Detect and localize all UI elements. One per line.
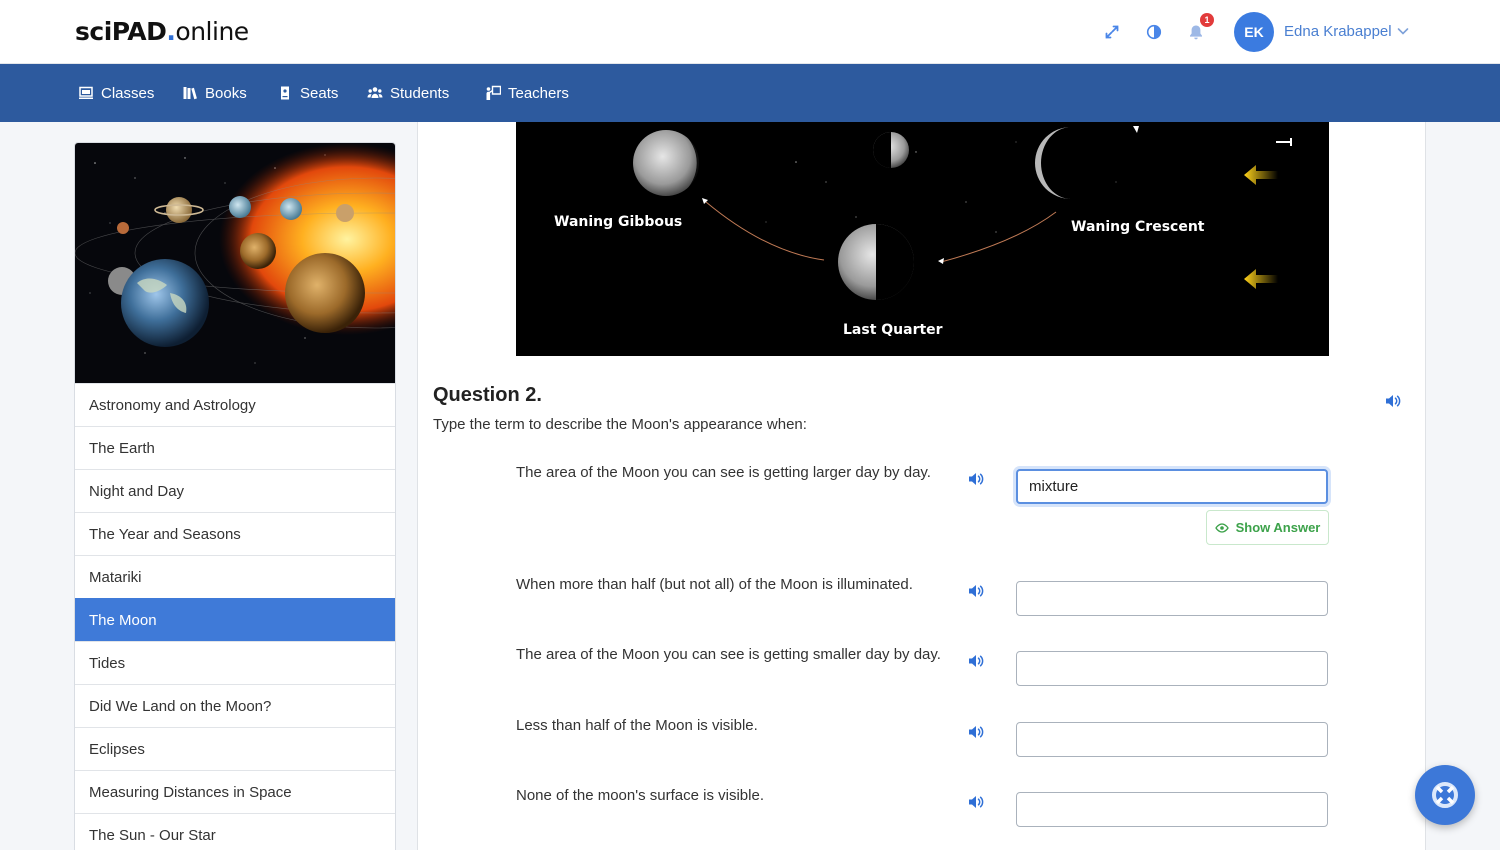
classes-icon (79, 86, 93, 99)
question-prompt-5: None of the moon's surface is visible. (516, 787, 764, 804)
chapter-sidebar: Astronomy and Astrology The Earth Night … (74, 142, 396, 850)
chevron-down-icon[interactable] (1396, 24, 1410, 38)
question-prompt-2: When more than half (but not all) of the… (516, 576, 913, 593)
sidebar-item-the-earth[interactable]: The Earth (75, 426, 395, 469)
sidebar-item-did-we-land-on-the-moon[interactable]: Did We Land on the Moon? (75, 684, 395, 727)
nav-item-seats[interactable]: Seats (277, 64, 338, 122)
students-icon (367, 87, 383, 98)
nav-item-label: Teachers (508, 84, 569, 102)
speaker-icon[interactable] (967, 723, 985, 741)
lesson-content: Waning Gibbous Waning Crescent Last Quar… (417, 122, 1426, 850)
answer-input-5[interactable] (1016, 792, 1328, 827)
app-logo[interactable]: sciPAD.online (75, 17, 249, 46)
nav-item-books[interactable]: Books (182, 64, 247, 122)
speaker-icon[interactable] (967, 793, 985, 811)
nav-item-label: Books (205, 84, 247, 102)
sidebar-item-the-moon[interactable]: The Moon (75, 598, 395, 641)
notifications-bell-icon[interactable]: 1 (1184, 13, 1214, 44)
sidebar-item-eclipses[interactable]: Eclipses (75, 727, 395, 770)
eye-icon (1214, 522, 1229, 533)
seats-icon (281, 86, 289, 100)
answer-input-1[interactable] (1016, 469, 1328, 504)
moon-phases-figure: Waning Gibbous Waning Crescent Last Quar… (516, 122, 1329, 356)
question-prompt-4: Less than half of the Moon is visible. (516, 717, 758, 734)
avatar[interactable]: EK (1234, 12, 1274, 52)
contrast-icon[interactable] (1142, 20, 1166, 44)
nav-item-teachers[interactable]: Teachers (485, 64, 569, 122)
show-answer-label: Show Answer (1235, 520, 1321, 535)
question-title: Question 2. (433, 384, 542, 406)
lifebuoy-icon (1432, 782, 1458, 808)
notification-count-badge: 1 (1200, 13, 1214, 27)
answer-input-2[interactable] (1016, 581, 1328, 616)
top-header: sciPAD.online 1 EK Edna Krabappel (0, 0, 1500, 64)
nav-item-label: Seats (300, 84, 339, 102)
solar-system-image (75, 143, 395, 383)
help-lifebuoy-button[interactable] (1415, 765, 1475, 825)
sidebar-item-astronomy-and-astrology[interactable]: Astronomy and Astrology (75, 383, 395, 426)
books-icon (183, 87, 197, 100)
answer-input-4[interactable] (1016, 722, 1328, 757)
show-answer-button[interactable]: Show Answer (1206, 510, 1329, 545)
nav-item-classes[interactable]: Classes (78, 64, 154, 122)
answer-input-3[interactable] (1016, 651, 1328, 686)
speaker-icon[interactable] (967, 582, 985, 600)
question-instruction: Type the term to describe the Moon's app… (433, 416, 807, 433)
speaker-icon[interactable] (967, 652, 985, 670)
nav-item-label: Students (390, 84, 450, 102)
sidebar-item-measuring-distances-in-space[interactable]: Measuring Distances in Space (75, 770, 395, 813)
teachers-icon (486, 85, 501, 100)
sidebar-item-the-sun-our-star[interactable]: The Sun - Our Star (75, 813, 395, 850)
nav-item-students[interactable]: Students (367, 64, 449, 122)
main-nav: Classes Books Seats Students Teachers (0, 64, 1500, 122)
label-waning-gibbous: Waning Gibbous (554, 214, 682, 230)
sidebar-item-night-and-day[interactable]: Night and Day (75, 469, 395, 512)
speaker-icon[interactable] (967, 470, 985, 488)
nav-item-label: Classes (101, 84, 155, 102)
label-last-quarter: Last Quarter (843, 322, 943, 338)
user-name[interactable]: Edna Krabappel (1284, 23, 1392, 40)
speaker-icon[interactable] (1384, 392, 1402, 410)
fullscreen-icon[interactable] (1100, 20, 1124, 44)
question-prompt-1: The area of the Moon you can see is gett… (516, 464, 931, 481)
label-waning-crescent: Waning Crescent (1071, 219, 1205, 235)
sidebar-item-the-year-and-seasons[interactable]: The Year and Seasons (75, 512, 395, 555)
sidebar-item-matariki[interactable]: Matariki (75, 555, 395, 598)
question-prompt-3: The area of the Moon you can see is gett… (516, 646, 941, 663)
sidebar-item-tides[interactable]: Tides (75, 641, 395, 684)
